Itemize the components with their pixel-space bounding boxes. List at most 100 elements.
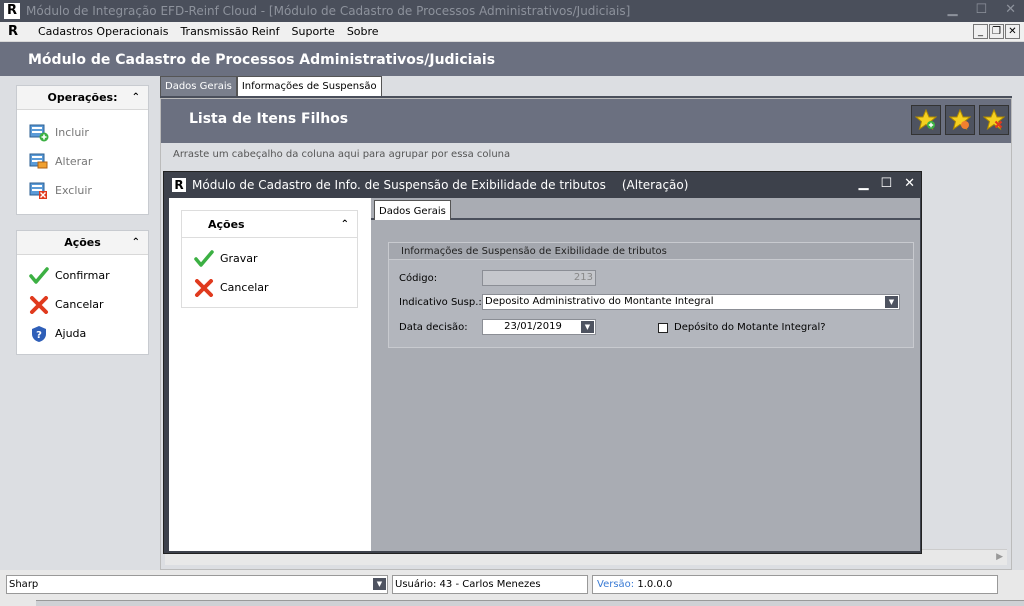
checkbox-icon[interactable]	[658, 322, 668, 333]
group-hint: Arraste um cabeçalho da coluna aqui para…	[173, 149, 511, 160]
cancelar-label: Cancelar	[55, 298, 104, 311]
dialog-left-pane: Ações ⌃ Gravar Cancelar	[169, 198, 371, 551]
chevron-up-icon[interactable]: ⌃	[341, 211, 349, 238]
suspensao-group-title: Informações de Suspensão de Exibilidade …	[389, 243, 913, 260]
version-status: Versão: 1.0.0.0	[592, 575, 998, 594]
dialog-maximize-icon[interactable]: ☐	[880, 176, 892, 191]
dropdown-arrow-icon[interactable]: ▼	[581, 321, 594, 333]
star-add-icon	[915, 109, 937, 131]
gravar-label: Gravar	[220, 252, 258, 265]
delete-star-button[interactable]	[979, 105, 1009, 135]
gravar-button[interactable]: Gravar	[182, 244, 357, 273]
dialog-acoes-header[interactable]: Ações ⌃	[182, 211, 357, 238]
deposito-checkbox[interactable]: Depósito do Motante Integral?	[658, 322, 826, 333]
dialog-cancelar-button[interactable]: Cancelar	[182, 273, 357, 302]
add-record-icon	[29, 123, 49, 143]
codigo-field: 213	[482, 270, 596, 286]
data-decisao-field[interactable]: 23/01/2019 ▼	[482, 319, 596, 335]
dialog-minimize-icon[interactable]: ▁	[858, 176, 868, 191]
alterar-label: Alterar	[55, 155, 93, 168]
dialog-titlebar: R Módulo de Cadastro de Info. de Suspens…	[164, 172, 921, 197]
company-combo-value: Sharp	[9, 579, 39, 590]
operacoes-title: Operações:	[47, 91, 118, 104]
ajuda-button[interactable]: ? Ajuda	[17, 319, 148, 348]
version-value: 1.0.0.0	[637, 579, 673, 590]
codigo-row: Código: 213	[399, 270, 596, 286]
tab-dados-gerais[interactable]: Dados Gerais	[160, 76, 237, 96]
dialog-close-icon[interactable]: ✕	[904, 176, 915, 191]
add-star-button[interactable]	[911, 105, 941, 135]
list-header: Lista de Itens Filhos	[161, 99, 1011, 143]
menu-suporte[interactable]: Suporte	[286, 25, 341, 38]
menu-sobre[interactable]: Sobre	[341, 25, 385, 38]
dialog-cancelar-label: Cancelar	[220, 281, 269, 294]
user-status: Usuário: 43 - Carlos Menezes	[392, 575, 588, 594]
data-row: Data decisão: 23/01/2019 ▼	[399, 319, 596, 335]
window-title: Módulo de Integração EFD-Reinf Cloud - […	[26, 4, 631, 18]
cancel-x-icon	[194, 278, 214, 298]
menu-cadastros[interactable]: Cadastros Operacionais	[32, 25, 174, 38]
acoes-title: Ações	[64, 236, 101, 249]
confirmar-button[interactable]: Confirmar	[17, 261, 148, 290]
menu-bar: R Cadastros Operacionais Transmissão Rei…	[0, 22, 1024, 42]
mdi-close-icon[interactable]: ✕	[1005, 24, 1020, 39]
codigo-label: Código:	[399, 272, 438, 284]
indicativo-row: Indicativo Susp.: Deposito Administrativ…	[399, 294, 900, 310]
window-titlebar: R Módulo de Integração EFD-Reinf Cloud -…	[0, 0, 1024, 22]
app-logo: R	[4, 3, 20, 19]
cancelar-button[interactable]: Cancelar	[17, 290, 148, 319]
minimize-icon[interactable]: ▁	[947, 2, 957, 17]
tab-dialog-dados-gerais[interactable]: Dados Gerais	[374, 200, 451, 221]
dialog-title: Módulo de Cadastro de Info. de Suspensão…	[192, 177, 606, 192]
menu-transmissao[interactable]: Transmissão Reinf	[174, 25, 285, 38]
operacoes-panel: Operações: ⌃ Incluir Alterar Excluir	[16, 85, 149, 215]
company-combo[interactable]: Sharp ▼	[6, 575, 388, 594]
dropdown-arrow-icon[interactable]: ▼	[373, 578, 386, 590]
chevron-up-icon[interactable]: ⌃	[132, 86, 140, 110]
checkmark-icon	[194, 249, 214, 269]
operacoes-header[interactable]: Operações: ⌃	[17, 86, 148, 110]
close-icon[interactable]: ✕	[1005, 2, 1016, 17]
dialog-mode: (Alteração)	[621, 177, 689, 192]
svg-text:?: ?	[36, 330, 42, 341]
chevron-up-icon[interactable]: ⌃	[132, 231, 140, 255]
edit-star-button[interactable]	[945, 105, 975, 135]
data-label: Data decisão:	[399, 321, 468, 333]
main-tabs: Dados Gerais Informações de Suspensão	[160, 76, 382, 96]
ajuda-label: Ajuda	[55, 327, 87, 340]
dialog-acoes-panel: Ações ⌃ Gravar Cancelar	[181, 210, 358, 308]
status-bar: Sharp ▼ Usuário: 43 - Carlos Menezes Ver…	[0, 570, 1024, 606]
star-delete-icon	[983, 109, 1005, 131]
excluir-label: Excluir	[55, 184, 92, 197]
menu-logo: R	[8, 23, 19, 39]
checkmark-icon	[29, 266, 49, 286]
suspensao-group: Informações de Suspensão de Exibilidade …	[388, 242, 914, 348]
delete-record-icon	[29, 181, 49, 201]
incluir-label: Incluir	[55, 126, 89, 139]
indicativo-label: Indicativo Susp.:	[399, 296, 482, 308]
tab-informacoes-suspensao[interactable]: Informações de Suspensão	[236, 76, 382, 96]
acoes-panel: Ações ⌃ Confirmar Cancelar ? Ajuda	[16, 230, 149, 355]
suspensao-dialog: R Módulo de Cadastro de Info. de Suspens…	[163, 171, 922, 554]
mdi-minimize-icon[interactable]: _	[973, 24, 988, 39]
mdi-restore-icon[interactable]: ❐	[989, 24, 1004, 39]
module-title: Módulo de Cadastro de Processos Administ…	[0, 42, 1024, 76]
cancel-x-icon	[29, 295, 49, 315]
confirmar-label: Confirmar	[55, 269, 110, 282]
indicativo-value: Deposito Administrativo do Montante Inte…	[485, 296, 714, 307]
dialog-form-area: Informações de Suspensão de Exibilidade …	[371, 220, 920, 551]
dialog-logo: R	[172, 177, 186, 192]
data-decisao-value: 23/01/2019	[504, 321, 562, 332]
excluir-button[interactable]: Excluir	[17, 176, 148, 205]
maximize-icon[interactable]: ☐	[975, 2, 987, 17]
alterar-button[interactable]: Alterar	[17, 147, 148, 176]
acoes-header[interactable]: Ações ⌃	[17, 231, 148, 255]
bottom-edge	[36, 600, 1024, 606]
scroll-right-icon[interactable]: ▶	[996, 552, 1003, 562]
dropdown-arrow-icon[interactable]: ▼	[885, 296, 898, 308]
incluir-button[interactable]: Incluir	[17, 118, 148, 147]
deposito-label: Depósito do Motante Integral?	[674, 322, 826, 333]
dialog-acoes-title: Ações	[208, 218, 245, 231]
list-title: Lista de Itens Filhos	[189, 111, 349, 127]
indicativo-select[interactable]: Deposito Administrativo do Montante Inte…	[482, 294, 900, 310]
